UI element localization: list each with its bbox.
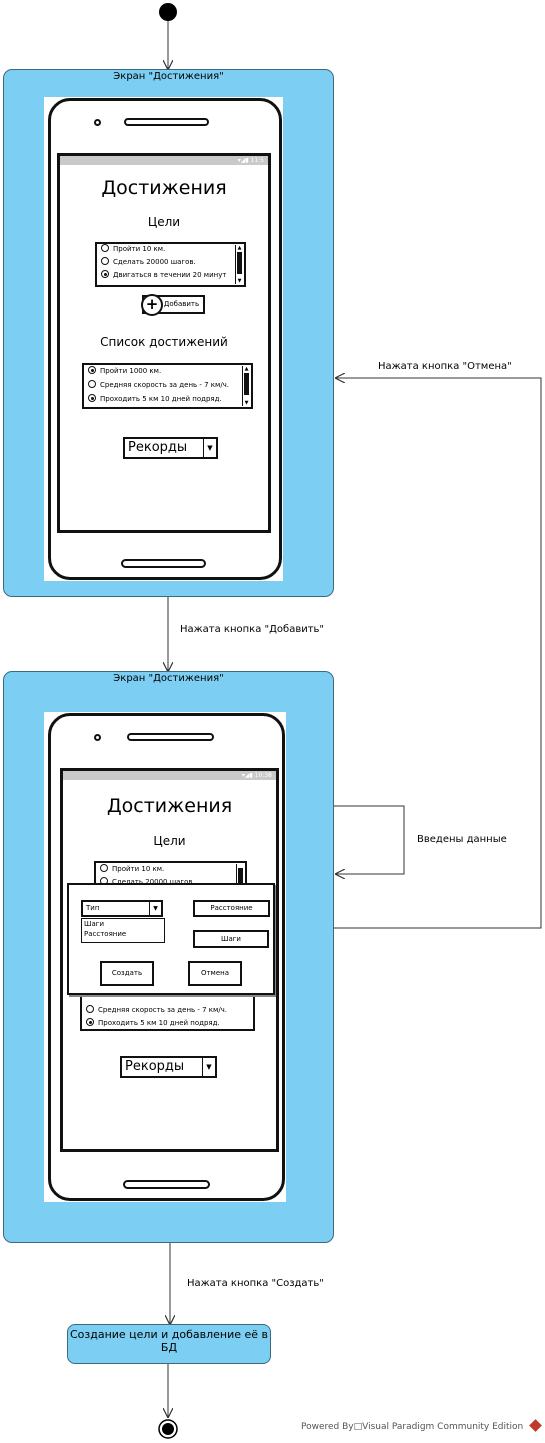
list-item[interactable]: Двигаться в течении 20 минут [101, 270, 226, 280]
goals-label: Цели [147, 215, 181, 229]
home-button-icon [121, 559, 206, 568]
phone-screen: ▾◢▮ 10:38 Достижения Цели Пройти 10 км. … [60, 768, 279, 1152]
arrow-cancel [334, 378, 542, 929]
radio-selected-icon [86, 1018, 94, 1026]
list-item[interactable]: Пройти 1000 км. [88, 366, 161, 376]
radio-icon [101, 257, 109, 265]
achievements-list[interactable]: Средняя скорость за день - 7 км/ч. Прохо… [80, 989, 255, 1031]
chevron-down-icon: ▼ [149, 902, 161, 915]
home-button-icon [123, 1180, 210, 1189]
radio-selected-icon [101, 270, 109, 278]
radio-icon [86, 1005, 94, 1013]
add-button[interactable]: + Добавить [141, 294, 205, 316]
speaker-icon [124, 118, 209, 126]
action-create-goal: Создание цели и добавление её в БД [67, 1324, 271, 1364]
list-item[interactable]: Проходить 5 км 10 дней подряд. [88, 394, 222, 404]
phone-mockup: ▾◢▮ 10:38 Достижения Цели Пройти 10 км. … [48, 713, 285, 1201]
radio-icon [100, 864, 108, 872]
option-distance[interactable]: Расстояние [84, 929, 164, 939]
status-bar: ▾◢▮ 11:5 [60, 156, 268, 165]
screen-heading: Достижения [101, 177, 227, 199]
state-title: Экран "Достижения" [113, 673, 224, 684]
screen-heading: Достижения [106, 795, 233, 817]
chevron-down-icon: ▼ [203, 439, 216, 457]
plus-circle-icon: + [141, 294, 163, 316]
list-item[interactable]: Пройти 10 км. [101, 244, 165, 254]
state-achievements-screen-1: Экран "Достижения" ▾◢▮ 11:5 Достижения Ц… [3, 69, 334, 597]
records-dropdown[interactable]: Рекорды ▼ [120, 1056, 217, 1078]
state-achievements-screen-2: Экран "Достижения" ▾◢▮ 10:38 Достижения … [3, 671, 334, 1243]
scrollbar[interactable]: ▲ ▼ [235, 245, 243, 284]
scrollbar[interactable]: ▲ ▼ [242, 366, 250, 406]
goals-list[interactable]: Пройти 10 км. Сделать 20000 шагов. Двига… [95, 242, 246, 287]
label-data-entered: Введены данные [417, 834, 507, 845]
list-item[interactable]: Проходить 5 км 10 дней подряд. [86, 1018, 220, 1028]
list-item[interactable]: Средняя скорость за день - 7 км/ч. [88, 380, 229, 390]
label-create-pressed: Нажата кнопка "Создать" [187, 1278, 324, 1289]
steps-button[interactable]: Шаги [193, 930, 269, 948]
status-bar: ▾◢▮ 10:38 [63, 771, 276, 780]
footer-powered-by: Powered By□Visual Paradigm Community Edi… [301, 1419, 543, 1432]
type-select[interactable]: Тип ▼ [81, 900, 163, 917]
achievements-label: Список достижений [100, 335, 228, 349]
cancel-button[interactable]: Отмена [188, 961, 242, 986]
state-title: Экран "Достижения" [113, 71, 224, 82]
goals-label: Цели [153, 834, 186, 848]
distance-button[interactable]: Расстояние [193, 900, 270, 917]
create-goal-dialog: Тип ▼ Шаги Расстояние Расстояние Шаги Со… [67, 883, 275, 995]
phone-screen: ▾◢▮ 11:5 Достижения Цели Пройти 10 км. С… [57, 153, 271, 533]
arrow-data-entered [334, 805, 405, 874]
radio-icon [101, 244, 109, 252]
speaker-icon [127, 733, 214, 741]
list-item[interactable]: Средняя скорость за день - 7 км/ч. [86, 1005, 227, 1015]
type-options-list[interactable]: Шаги Расстояние [81, 918, 165, 943]
radio-icon [88, 380, 96, 388]
records-dropdown[interactable]: Рекорды ▼ [123, 437, 218, 459]
label-cancel-pressed: Нажата кнопка "Отмена" [378, 361, 512, 372]
list-item[interactable]: Сделать 20000 шагов. [101, 257, 196, 267]
achievements-list[interactable]: Пройти 1000 км. Средняя скорость за день… [82, 363, 253, 409]
create-button[interactable]: Создать [100, 961, 154, 986]
initial-node [159, 3, 177, 21]
radio-selected-icon [88, 366, 96, 374]
option-steps[interactable]: Шаги [84, 919, 164, 929]
camera-icon [94, 734, 101, 741]
camera-icon [94, 119, 101, 126]
radio-selected-icon [88, 394, 96, 402]
chevron-down-icon: ▼ [202, 1058, 215, 1076]
label-add-pressed: Нажата кнопка "Добавить" [180, 624, 325, 635]
list-item[interactable]: Пройти 10 км. [100, 864, 164, 874]
visual-paradigm-logo-icon [529, 1419, 543, 1432]
phone-mockup: ▾◢▮ 11:5 Достижения Цели Пройти 10 км. С… [48, 98, 282, 580]
